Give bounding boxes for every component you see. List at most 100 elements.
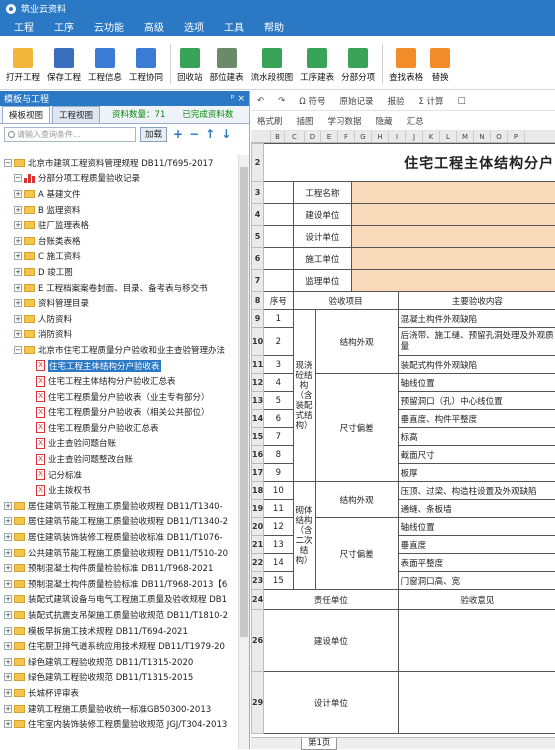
expand-icon[interactable]: + [4, 517, 12, 525]
menu-item[interactable]: 工程 [14, 19, 34, 34]
expand-icon[interactable]: + [14, 330, 22, 338]
format-tool-row1[interactable]: 报验 [387, 95, 404, 107]
toolbar-button[interactable]: 流水段视图 [251, 36, 294, 83]
tree-node[interactable]: +E 工程档案案卷封面、目录、备考表与移交书 [0, 280, 238, 296]
tree-node[interactable]: +C 施工资料 [0, 249, 238, 265]
expand-icon[interactable]: + [4, 611, 12, 619]
tab-template-view[interactable]: 模板视图 [2, 106, 50, 123]
tree-node[interactable]: +住宅室内装饰装修工程质量验收规范 JGJ/T304-2013 [0, 716, 238, 732]
column-letter[interactable]: H [372, 131, 389, 142]
format-tool-row2[interactable]: 插图 [297, 115, 314, 127]
format-tool-row1[interactable]: Ω 符号 [299, 95, 325, 107]
tree-node[interactable]: −分部分项工程质量验收记录 [0, 171, 238, 187]
expand-icon[interactable]: + [14, 206, 22, 214]
tree-node[interactable]: +D 竣工图 [0, 264, 238, 280]
tree-node[interactable]: +长城杯评审表 [0, 685, 238, 701]
info-value[interactable] [352, 204, 555, 226]
expand-icon[interactable]: + [4, 595, 12, 603]
tree-node[interactable]: +住宅厨卫排气道系统应用技术规程 DB11/T1979-20 [0, 638, 238, 654]
tree-node[interactable]: +人防资料 [0, 311, 238, 327]
toolbar-button[interactable]: 替换 [430, 36, 450, 83]
expand-icon[interactable]: + [14, 299, 22, 307]
acceptance-content[interactable]: 表面平整度 [398, 554, 555, 572]
tree-node[interactable]: +建筑工程施工质量验收统一标准GB50300-2013 [0, 701, 238, 717]
column-letter[interactable]: K [423, 131, 440, 142]
acceptance-content[interactable]: 压顶、过梁、构造柱设置及外观缺陷 [398, 482, 555, 500]
tree-node[interactable]: +模板早拆施工技术规程 DB11/T694-2021 [0, 623, 238, 639]
panel-pin-close-icon[interactable]: ᵖ × [231, 94, 245, 104]
format-tool-row1[interactable]: □ [458, 96, 466, 106]
tree-node[interactable]: +资料管理目录 [0, 295, 238, 311]
toolbar-button[interactable]: 保存工程 [47, 36, 81, 83]
menu-item[interactable]: 高级 [144, 19, 164, 34]
add-icon[interactable]: + [173, 127, 183, 141]
acceptance-content[interactable]: 后浇带、施工缝、预留孔洞处理及外观质量 [398, 328, 555, 356]
tree-node[interactable]: +A 基建文件 [0, 186, 238, 202]
column-letter[interactable]: D [305, 131, 321, 142]
column-letter[interactable]: L [440, 131, 457, 142]
format-tool-row1[interactable]: 原始记录 [339, 95, 373, 107]
toolbar-button[interactable]: 打开工程 [6, 36, 40, 83]
acceptance-content[interactable]: 预留洞口（孔）中心线位置 [398, 392, 555, 410]
tree-node[interactable]: X住宅工程质量分户验收汇总表 [0, 420, 238, 436]
expand-icon[interactable]: + [4, 689, 12, 697]
acceptance-content[interactable]: 垂直度、构件平整度 [398, 410, 555, 428]
menu-item[interactable]: 云功能 [94, 19, 124, 34]
remove-icon[interactable]: − [189, 127, 199, 141]
expand-icon[interactable]: + [14, 237, 22, 245]
tree-node[interactable]: X住宅工程主体结构分户验收表 [0, 358, 238, 374]
expand-icon[interactable]: + [14, 221, 22, 229]
search-input[interactable]: 请输入查询条件... [4, 127, 136, 142]
tree-node[interactable]: X住宅工程主体结构分户验收汇总表 [0, 373, 238, 389]
tree-node[interactable]: X住宅工程质量分户验收表（相关公共部位） [0, 405, 238, 421]
tree-node[interactable]: +居住建筑装饰装修工程质量验收标准 DB11/T1076- [0, 529, 238, 545]
info-value[interactable] [352, 182, 555, 204]
format-tool-row1[interactable]: ↶ [257, 96, 264, 106]
tree-node[interactable]: +装配式建筑设备与电气工程施工质量及验收规程 DB1 [0, 592, 238, 608]
tree-node[interactable]: +预制混凝土构件质量检验标准 DB11/T968-2021 [0, 560, 238, 576]
move-up-icon[interactable]: ↑ [205, 127, 215, 141]
column-letter[interactable]: O [491, 131, 508, 142]
tree-node[interactable]: X记分标准 [0, 467, 238, 483]
toolbar-button[interactable]: 分部分项 [341, 36, 375, 83]
acceptance-content[interactable]: 标高 [398, 428, 555, 446]
acceptance-content[interactable]: 轴线位置 [398, 374, 555, 392]
acceptance-content[interactable]: 截面尺寸 [398, 446, 555, 464]
column-letter[interactable]: I [389, 131, 406, 142]
acceptance-content[interactable]: 垂直度 [398, 536, 555, 554]
column-letter[interactable]: E [321, 131, 338, 142]
tree-node[interactable]: −北京市建筑工程资料管理规程 DB11/T695-2017 [0, 155, 238, 171]
format-tool-row2[interactable]: 格式刷 [257, 115, 283, 127]
tree-node[interactable]: +居住建筑节能工程施工质量验收规程 DB11/T1340-2 [0, 514, 238, 530]
format-tool-row2[interactable]: 汇总 [407, 115, 424, 127]
info-value[interactable] [352, 226, 555, 248]
toolbar-button[interactable]: 部位建表 [210, 36, 244, 83]
menu-item[interactable]: 工具 [224, 19, 244, 34]
build-unit-opinion[interactable] [398, 610, 555, 672]
move-down-icon[interactable]: ↓ [221, 127, 231, 141]
expand-icon[interactable]: + [4, 502, 12, 510]
column-letter[interactable]: B [271, 131, 285, 142]
expand-icon[interactable]: + [14, 252, 22, 260]
tree-node[interactable]: X业主拨权书 [0, 482, 238, 498]
acceptance-content[interactable]: 门窗洞口高、宽 [398, 572, 555, 590]
tree-node[interactable]: +居住建筑节能工程施工质量验收规程 DB11/T1340- [0, 498, 238, 514]
scrollbar-thumb[interactable] [240, 167, 248, 637]
tree-node[interactable]: +预制混凝土构件质量检验标准 DB11/T968-2013【6 [0, 576, 238, 592]
toolbar-button[interactable]: 工程信息 [88, 36, 122, 83]
tree-node[interactable]: −北京市住宅工程质量分户验收和业主查验管理办法 [0, 342, 238, 358]
column-letter[interactable]: N [474, 131, 491, 142]
expand-icon[interactable]: + [14, 268, 22, 276]
tree-node[interactable]: +公共建筑节能工程施工质量验收规程 DB11/T510-20 [0, 545, 238, 561]
format-tool-row2[interactable]: 隐藏 [376, 115, 393, 127]
format-tool-row2[interactable]: 学习数据 [328, 115, 362, 127]
column-letter[interactable]: F [338, 131, 355, 142]
tree-node[interactable]: +装配式抗震支吊架施工质量验收规范 DB11/T1810-2 [0, 607, 238, 623]
tree-node[interactable]: +消防资料 [0, 327, 238, 343]
column-letter[interactable]: G [355, 131, 372, 142]
menu-item[interactable]: 工序 [54, 19, 74, 34]
toolbar-button[interactable]: 回收站 [177, 36, 203, 83]
acceptance-content[interactable]: 装配式构件外观缺陷 [398, 356, 555, 374]
expand-icon[interactable]: + [4, 533, 12, 541]
collapse-icon[interactable]: − [14, 174, 22, 182]
